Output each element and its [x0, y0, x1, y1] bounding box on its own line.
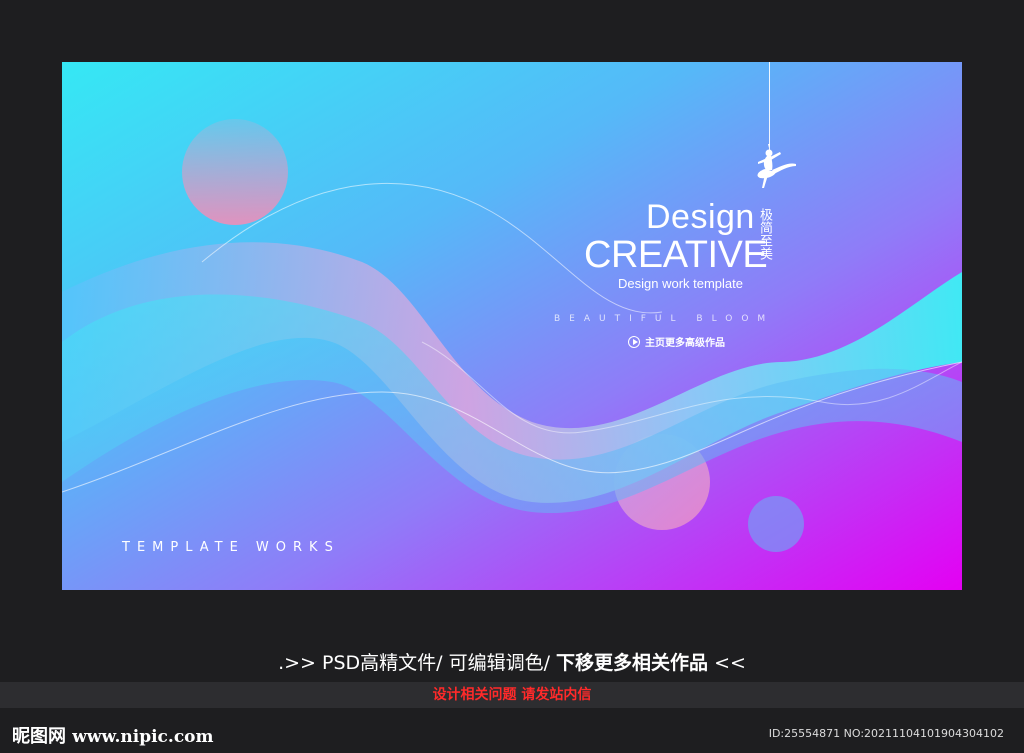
- caption-bold: 下移更多相关作品: [556, 652, 709, 674]
- wave-artwork: [62, 119, 962, 552]
- play-circle-icon: [628, 335, 640, 348]
- ballerina-icon: [757, 144, 796, 188]
- caption: .>> PSD高精文件/ 可编辑调色/ 下移更多相关作品 <<: [0, 648, 1024, 675]
- title-design: Design: [646, 198, 755, 236]
- ribbon-back: [62, 294, 962, 514]
- more-works-label: 主页更多高级作品: [645, 338, 725, 349]
- image-id: ID:25554871 NO:20211104101904304102: [768, 727, 1004, 740]
- vertical-tagline: 极简至美: [757, 208, 772, 260]
- notice-strip: 设计相关问题 请发站内信: [0, 682, 1024, 708]
- caption-suffix: <<: [708, 652, 746, 674]
- more-works-link: 主页更多高级作品: [628, 334, 725, 349]
- caption-prefix: .>> PSD高精文件/ 可编辑调色/: [278, 652, 557, 674]
- poster-image: Design CREATIVE Design work template 极简至…: [62, 62, 962, 590]
- beautiful-bloom-text: BEAUTIFUL BLOOM: [554, 314, 775, 324]
- title-creative: CREATIVE: [584, 234, 768, 276]
- dancer-thread: [769, 62, 770, 152]
- site-logo: 昵图网 www.nipic.com: [12, 722, 214, 748]
- pink-sphere: [182, 119, 288, 225]
- notice-text: 设计相关问题 请发站内信: [432, 687, 592, 703]
- subtitle: Design work template: [618, 276, 743, 291]
- logo-url: www.nipic.com: [72, 727, 214, 747]
- logo-cn: 昵图网: [12, 726, 66, 747]
- template-works-text: TEMPLATE WORKS: [122, 540, 340, 555]
- blue-sphere: [748, 496, 804, 552]
